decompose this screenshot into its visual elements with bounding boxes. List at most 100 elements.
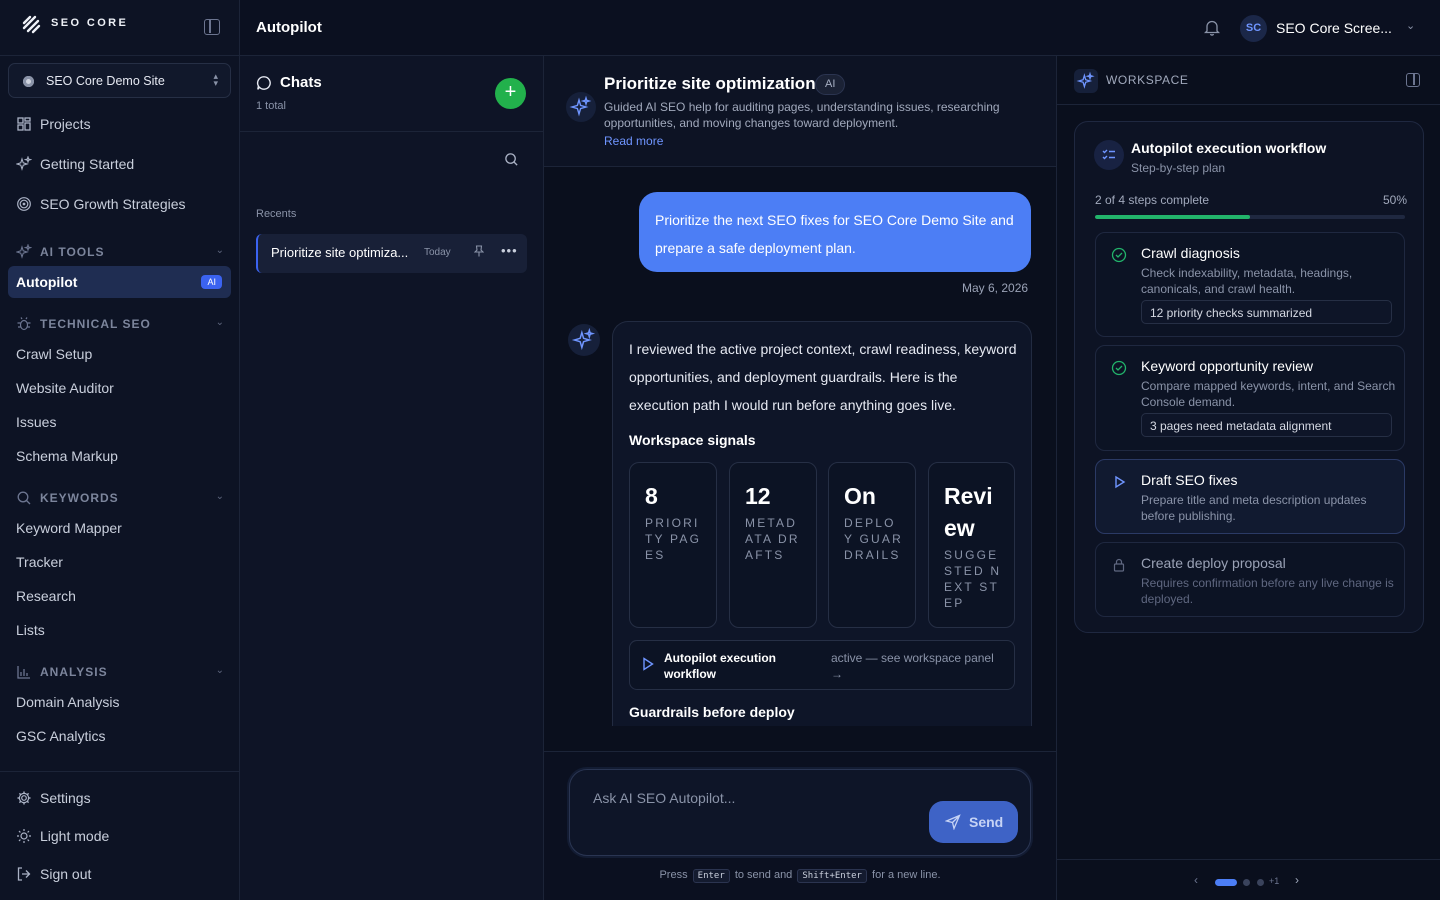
sparkles-icon <box>569 95 592 117</box>
signal-value: 12 <box>745 483 771 509</box>
pager-dot[interactable] <box>1257 879 1264 886</box>
workspace-title: WORKSPACE <box>1106 73 1189 87</box>
sidebar-item-label: Projects <box>40 116 91 132</box>
pin-icon[interactable] <box>474 245 484 257</box>
assistant-message: I reviewed the active project context, c… <box>612 321 1032 726</box>
workflow-link-card[interactable]: Autopilot execution workflow active — se… <box>629 640 1015 690</box>
step-description: Prepare title and meta description updat… <box>1141 493 1367 523</box>
chevron-right-icon[interactable]: › <box>1295 873 1299 887</box>
recents-label: Recents <box>256 208 297 220</box>
hint-text: Press <box>659 869 688 881</box>
signal-label: DEPLOY GUARDRAILS <box>844 516 903 562</box>
send-button[interactable]: Send <box>929 801 1018 843</box>
sidebar-item-lists[interactable]: Lists <box>16 622 45 638</box>
signal-value: 8 <box>645 483 658 509</box>
section-label: AI TOOLS <box>40 245 105 259</box>
check-circle-icon <box>1111 247 1127 263</box>
hint-text: to send and <box>734 869 793 881</box>
step-description: Check indexability, metadata, headings, … <box>1141 266 1353 296</box>
conversation-header: Prioritize site optimization AI Guided A… <box>544 56 1056 167</box>
site-name: SEO Core Demo Site <box>46 74 165 88</box>
brand-name: SEO CORE <box>51 17 129 29</box>
section-ai-tools[interactable]: AI TOOLS ⌄ <box>16 243 224 261</box>
composer-area: Ask AI SEO Autopilot... Send Press Enter… <box>544 751 1056 900</box>
plan-step[interactable]: Crawl diagnosis Check indexability, meta… <box>1095 232 1405 337</box>
toggle-panel-icon[interactable] <box>1406 73 1420 87</box>
signal-card: Review SUGGESTED NEXT STEP <box>928 462 1015 628</box>
guardrails-title: Guardrails before deploy <box>629 704 795 720</box>
signal-label: METADATA DRAFTS <box>745 516 800 562</box>
pager-dot[interactable] <box>1243 879 1250 886</box>
sparkles-icon <box>571 327 596 351</box>
hint-text: for a new line. <box>872 869 941 881</box>
sidebar-item-keyword-mapper[interactable]: Keyword Mapper <box>16 520 122 536</box>
chats-count: 1 total <box>256 100 286 112</box>
chats-panel: Chats 1 total + Recents Prioritize site … <box>240 56 544 900</box>
sidebar-item-seo-growth-strategies[interactable]: SEO Growth Strategies <box>8 188 231 220</box>
sidebar-item-domain-analysis[interactable]: Domain Analysis <box>16 694 120 710</box>
plan-step[interactable]: Keyword opportunity review Compare mappe… <box>1095 345 1405 451</box>
conversation-panel: Prioritize site optimization AI Guided A… <box>544 56 1056 900</box>
composer-hint: Press Enter to send and Shift+Enter for … <box>544 869 1056 883</box>
sidebar-item-crawl-setup[interactable]: Crawl Setup <box>16 346 92 362</box>
read-more-link[interactable]: Read more <box>604 134 663 148</box>
sidebar-item-website-auditor[interactable]: Website Auditor <box>16 380 114 396</box>
chat-list-item[interactable]: Prioritize site optimiza... Today ••• <box>256 234 527 273</box>
section-technical-seo[interactable]: TECHNICAL SEO ⌄ <box>16 315 224 333</box>
search-icon[interactable] <box>504 152 519 167</box>
sidebar-item-gsc-analytics[interactable]: GSC Analytics <box>16 728 105 744</box>
sidebar-item-settings[interactable]: Settings <box>8 782 231 814</box>
app-root: SEO CORE SEO Core Demo Site ▴ ▾ Projects … <box>0 0 1440 900</box>
user-name[interactable]: SEO Core Scree... <box>1276 20 1392 36</box>
sidebar-item-light-mode[interactable]: Light mode <box>8 820 231 852</box>
top-bar: Autopilot SC SEO Core Scree... ⌄ <box>240 0 1440 56</box>
chats-title: Chats <box>280 74 322 91</box>
sidebar-item-label: Sign out <box>40 866 92 882</box>
sidebar-item-getting-started[interactable]: Getting Started <box>8 148 231 180</box>
signal-card: 8 PRIORITY PAGES <box>629 462 717 628</box>
message-timestamp: May 6, 2026 <box>962 281 1029 295</box>
chevron-down-icon: ⌄ <box>215 245 224 256</box>
section-analysis[interactable]: ANALYSIS ⌄ <box>16 663 224 681</box>
chevron-down-icon[interactable]: ⌄ <box>1406 19 1415 32</box>
enter-key: Enter <box>692 869 730 883</box>
section-label: KEYWORDS <box>40 491 119 505</box>
new-chat-button[interactable]: + <box>495 78 526 109</box>
sidebar-item-tracker[interactable]: Tracker <box>16 554 63 570</box>
workspace-pager: ‹ +1 › <box>1057 859 1440 900</box>
sidebar-item-schema-markup[interactable]: Schema Markup <box>16 448 118 464</box>
message-composer[interactable]: Ask AI SEO Autopilot... Send <box>569 769 1031 856</box>
sidebar-item-autopilot[interactable]: Autopilot AI <box>8 266 231 298</box>
sign-out-icon <box>17 867 31 881</box>
sidebar-item-research[interactable]: Research <box>16 588 76 604</box>
section-label: TECHNICAL SEO <box>40 317 151 331</box>
plan-step-current[interactable]: Draft SEO fixes Prepare title and meta d… <box>1095 459 1405 534</box>
shift-enter-key: Shift+Enter <box>797 869 867 883</box>
assistant-text: I reviewed the active project context, c… <box>629 341 1017 413</box>
updown-icon: ▴ ▾ <box>213 71 218 88</box>
avatar[interactable]: SC <box>1240 15 1267 42</box>
progress-text: 2 of 4 steps complete <box>1095 193 1210 207</box>
step-title: Crawl diagnosis <box>1141 245 1240 261</box>
more-options-icon[interactable]: ••• <box>501 243 518 258</box>
chevron-left-icon[interactable]: ‹ <box>1194 873 1198 887</box>
step-description: Requires confirmation before any live ch… <box>1141 576 1394 606</box>
bar-chart-icon <box>17 666 30 679</box>
chat-date: Today <box>424 247 451 258</box>
sidebar-item-sign-out[interactable]: Sign out <box>8 858 231 890</box>
collapse-sidebar-icon[interactable] <box>204 19 220 35</box>
sidebar-item-projects[interactable]: Projects <box>8 108 231 140</box>
ai-badge: AI <box>201 275 222 289</box>
workspace-header: WORKSPACE <box>1057 56 1440 105</box>
section-keywords[interactable]: KEYWORDS ⌄ <box>16 489 224 507</box>
site-selector[interactable]: SEO Core Demo Site ▴ ▾ <box>8 63 231 98</box>
plan-step-locked[interactable]: Create deploy proposal Requires confirma… <box>1095 542 1405 617</box>
sidebar-item-issues[interactable]: Issues <box>16 414 56 430</box>
signals-title: Workspace signals <box>629 432 756 448</box>
page-title: Autopilot <box>256 19 322 36</box>
bell-icon[interactable] <box>1204 19 1220 36</box>
signal-card: On DEPLOY GUARDRAILS <box>828 462 916 628</box>
pager-dot-active[interactable] <box>1215 879 1237 886</box>
bug-icon <box>17 317 31 331</box>
chevron-down-icon: ⌄ <box>215 665 224 676</box>
